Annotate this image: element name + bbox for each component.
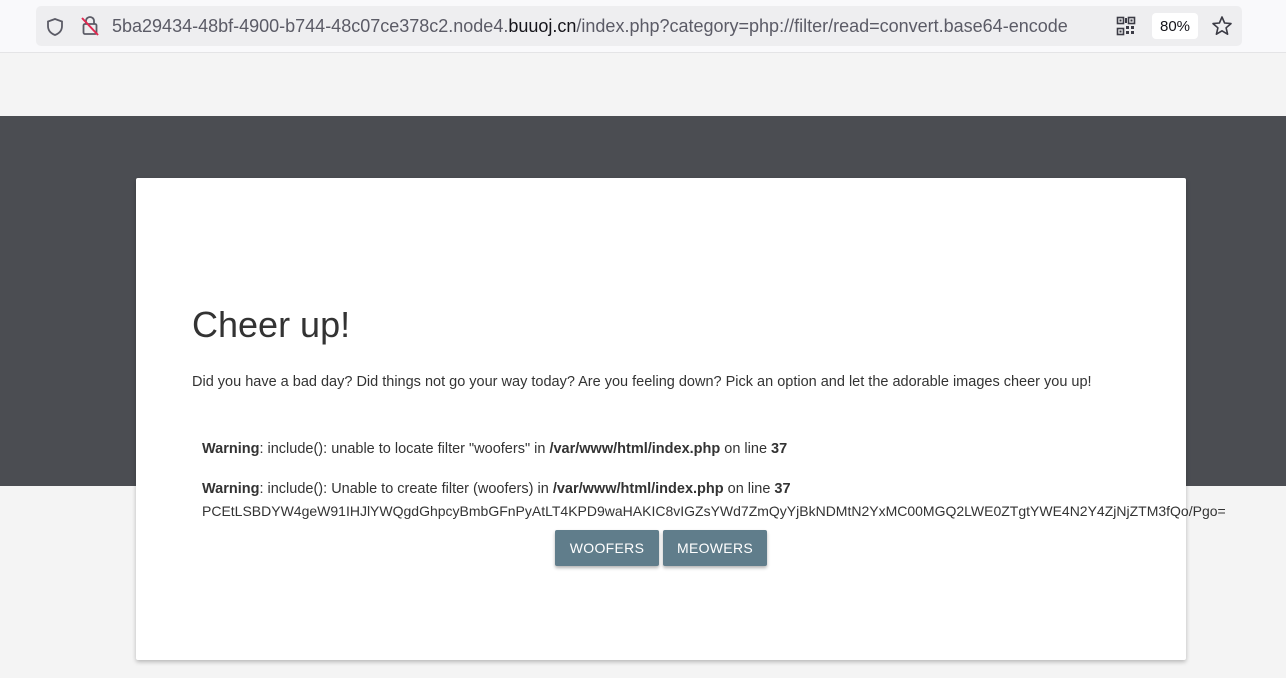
php-warning: Warning: include(): Unable to create fil… xyxy=(202,481,791,497)
warning-file: /var/www/html/index.php xyxy=(552,481,724,497)
base64-output: PCEtLSBDYW4geW91IHJlYWQgdGhpcyBmbGFnPyAt… xyxy=(202,503,1226,519)
warning-line: 37 xyxy=(774,481,791,497)
php-warning: Warning: include(): unable to locate fil… xyxy=(202,441,787,457)
warning-label: Warning xyxy=(202,441,260,457)
zoom-level-button[interactable]: 80% xyxy=(1152,13,1198,39)
url-path: /index.php?category=php://filter/read=co… xyxy=(576,16,1068,36)
content-card: Cheer up! Did you have a bad day? Did th… xyxy=(136,178,1226,660)
warning-file: /var/www/html/index.php xyxy=(549,441,721,457)
shield-icon[interactable] xyxy=(44,16,66,38)
address-bar[interactable]: 5ba29434-48bf-4900-b744-48c07ce378c2.nod… xyxy=(36,6,1242,46)
browser-toolbar: 5ba29434-48bf-4900-b744-48c07ce378c2.nod… xyxy=(0,0,1286,53)
warning-message: : include(): unable to locate filter "wo… xyxy=(259,441,550,457)
zoom-level-label: 80% xyxy=(1159,17,1191,35)
qr-code-icon[interactable] xyxy=(1116,16,1136,36)
warning-message: : include(): Unable to create filter (wo… xyxy=(259,481,553,497)
warning-online: on line xyxy=(723,481,775,497)
url-fade xyxy=(1076,6,1106,46)
woofers-button[interactable]: WOOFERS xyxy=(555,530,659,566)
url-text[interactable]: 5ba29434-48bf-4900-b744-48c07ce378c2.nod… xyxy=(112,6,1102,46)
page-title: Cheer up! xyxy=(192,304,351,345)
star-bookmark-icon[interactable] xyxy=(1211,15,1233,37)
page-subtitle: Did you have a bad day? Did things not g… xyxy=(192,374,1092,390)
url-prefix: 5ba29434-48bf-4900-b744-48c07ce378c2.nod… xyxy=(112,16,509,36)
warning-label: Warning xyxy=(202,481,260,497)
url-host: buuoj.cn xyxy=(508,16,577,36)
warning-line: 37 xyxy=(771,441,788,457)
meowers-button[interactable]: MEOWERS xyxy=(663,530,767,566)
warning-online: on line xyxy=(720,441,772,457)
insecure-lock-icon[interactable] xyxy=(79,15,101,37)
